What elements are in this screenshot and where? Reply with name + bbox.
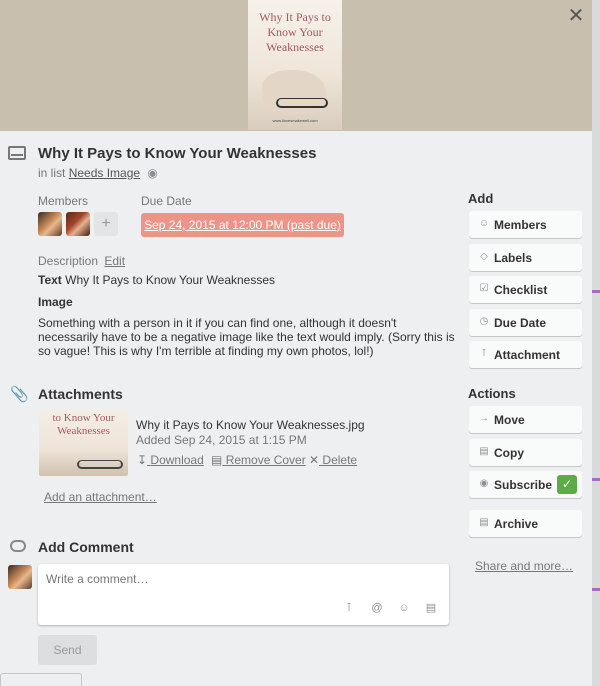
- checklist-button[interactable]: ☑ Checklist: [469, 276, 582, 303]
- card-icon: ▤: [479, 446, 489, 457]
- clock-icon: ◷: [479, 316, 489, 327]
- tag-icon: ◇: [480, 251, 488, 262]
- board-label-mark: [592, 478, 600, 481]
- due-date-button-label: Due Date: [494, 316, 547, 330]
- description-paragraph: Something with a person in it if you can…: [38, 316, 455, 358]
- subscribe-button-label: Subscribe: [494, 478, 553, 492]
- paperclip-icon: ⊺: [481, 348, 487, 359]
- person-icon: ☺: [478, 218, 490, 229]
- card-list-info: in list Needs Image ◉: [38, 166, 158, 180]
- close-icon[interactable]: ✕: [566, 6, 586, 26]
- board-label-mark: [592, 588, 600, 591]
- cover-image-url: www.ilovesmakewell.com: [272, 118, 318, 123]
- card-icon: ▤: [211, 453, 223, 467]
- members-button-label: Members: [494, 218, 547, 232]
- list-name-link[interactable]: Needs Image: [69, 166, 140, 180]
- checkbox-icon: ☑: [479, 283, 489, 294]
- attachment-thumbnail-title: to Know Your Weaknesses: [52, 412, 115, 437]
- attachment-file-name[interactable]: Why it Pays to Know Your Weaknesses.jpg: [136, 418, 365, 432]
- download-icon: ↧: [137, 453, 148, 467]
- description-text-line: Text Why It Pays to Know Your Weaknesses: [38, 273, 275, 287]
- checklist-button-label: Checklist: [494, 283, 548, 297]
- comment-input[interactable]: [46, 572, 436, 586]
- move-button-label: Move: [494, 413, 525, 427]
- description-text-value: Why It Pays to Know Your Weaknesses: [65, 273, 276, 287]
- add-attachment-link[interactable]: Add an attachment…: [44, 490, 157, 504]
- move-button[interactable]: → Move: [469, 406, 582, 433]
- send-button[interactable]: Send: [38, 635, 97, 665]
- members-button[interactable]: ☺ Members: [469, 211, 582, 238]
- cover-image-glasses: [276, 98, 328, 108]
- card-title[interactable]: Why It Pays to Know Your Weaknesses: [38, 145, 316, 162]
- description-edit-link[interactable]: Edit: [104, 254, 125, 268]
- cover-image: Why It Pays to Know Your Weaknesses www.…: [248, 0, 342, 130]
- eye-icon: ◉: [147, 166, 158, 180]
- check-icon: ✓: [557, 475, 577, 494]
- card-detail-window: Why It Pays to Know Your Weaknesses www.…: [0, 0, 592, 686]
- add-member-button[interactable]: +: [94, 212, 118, 236]
- attachment-thumbnail-glasses: [77, 460, 123, 469]
- download-link[interactable]: ↧ Download: [137, 453, 204, 467]
- share-and-more-link[interactable]: Share and more…: [475, 559, 573, 573]
- comment-icon: [10, 540, 26, 552]
- members-label: Members: [38, 194, 89, 208]
- remove-cover-label: Remove Cover: [225, 453, 306, 467]
- arrow-right-icon: →: [479, 413, 489, 424]
- card-icon[interactable]: ▤: [423, 600, 439, 616]
- delete-link[interactable]: ✕ Delete: [309, 453, 357, 467]
- description-label-text: Description: [38, 254, 99, 268]
- description-image-heading: Image: [38, 295, 73, 309]
- archive-button[interactable]: ▤ Archive: [469, 510, 582, 537]
- attachment-thumbnail[interactable]: to Know Your Weaknesses: [39, 410, 128, 476]
- add-comment-heading: Add Comment: [38, 539, 134, 555]
- due-date-label: Due Date: [141, 194, 192, 208]
- close-icon: ✕: [309, 453, 320, 467]
- member-avatar[interactable]: [38, 212, 62, 236]
- emoji-icon[interactable]: ☺: [396, 600, 412, 616]
- attachment-added-date: Added Sep 24, 2015 at 1:15 PM: [136, 433, 307, 447]
- attachment-button[interactable]: ⊺ Attachment: [469, 341, 582, 368]
- add-heading: Add: [468, 191, 494, 206]
- due-date-badge[interactable]: Sep 24, 2015 at 12:00 PM (past due): [141, 213, 344, 237]
- board-edge: [592, 0, 600, 686]
- subscribe-button[interactable]: ◉ Subscribe ✓: [469, 471, 582, 498]
- archive-button-label: Archive: [494, 517, 539, 531]
- card-icon: [8, 146, 26, 160]
- comment-box[interactable]: ⊺ @ ☺ ▤: [38, 564, 449, 625]
- avatar[interactable]: [8, 565, 32, 589]
- remove-cover-link[interactable]: ▤ Remove Cover: [211, 453, 306, 467]
- attachment-button-label: Attachment: [494, 348, 561, 362]
- bottom-panel-tab[interactable]: [0, 673, 82, 686]
- labels-button[interactable]: ◇ Labels: [469, 244, 582, 271]
- description-text-label: Text: [38, 273, 62, 287]
- board-label-mark: [592, 290, 600, 293]
- delete-label: Delete: [322, 453, 358, 467]
- copy-button-label: Copy: [494, 446, 524, 460]
- in-list-prefix: in list: [38, 166, 66, 180]
- mention-icon[interactable]: @: [369, 600, 385, 616]
- member-avatar[interactable]: [66, 212, 90, 236]
- description-label: Description Edit: [38, 254, 125, 268]
- cover-image-title: Why It Pays to Know Your Weaknesses: [259, 10, 331, 54]
- actions-heading: Actions: [468, 386, 516, 401]
- archive-icon: ▤: [479, 517, 489, 528]
- due-date-button[interactable]: ◷ Due Date: [469, 309, 582, 336]
- download-label: Download: [150, 453, 204, 467]
- card-cover[interactable]: Why It Pays to Know Your Weaknesses www.…: [0, 0, 592, 131]
- paperclip-icon: 📎: [10, 386, 29, 403]
- labels-button-label: Labels: [494, 251, 533, 265]
- attachments-heading: Attachments: [38, 386, 123, 402]
- eye-icon: ◉: [479, 478, 489, 489]
- paperclip-icon[interactable]: ⊺: [341, 600, 357, 616]
- copy-button[interactable]: ▤ Copy: [469, 439, 582, 466]
